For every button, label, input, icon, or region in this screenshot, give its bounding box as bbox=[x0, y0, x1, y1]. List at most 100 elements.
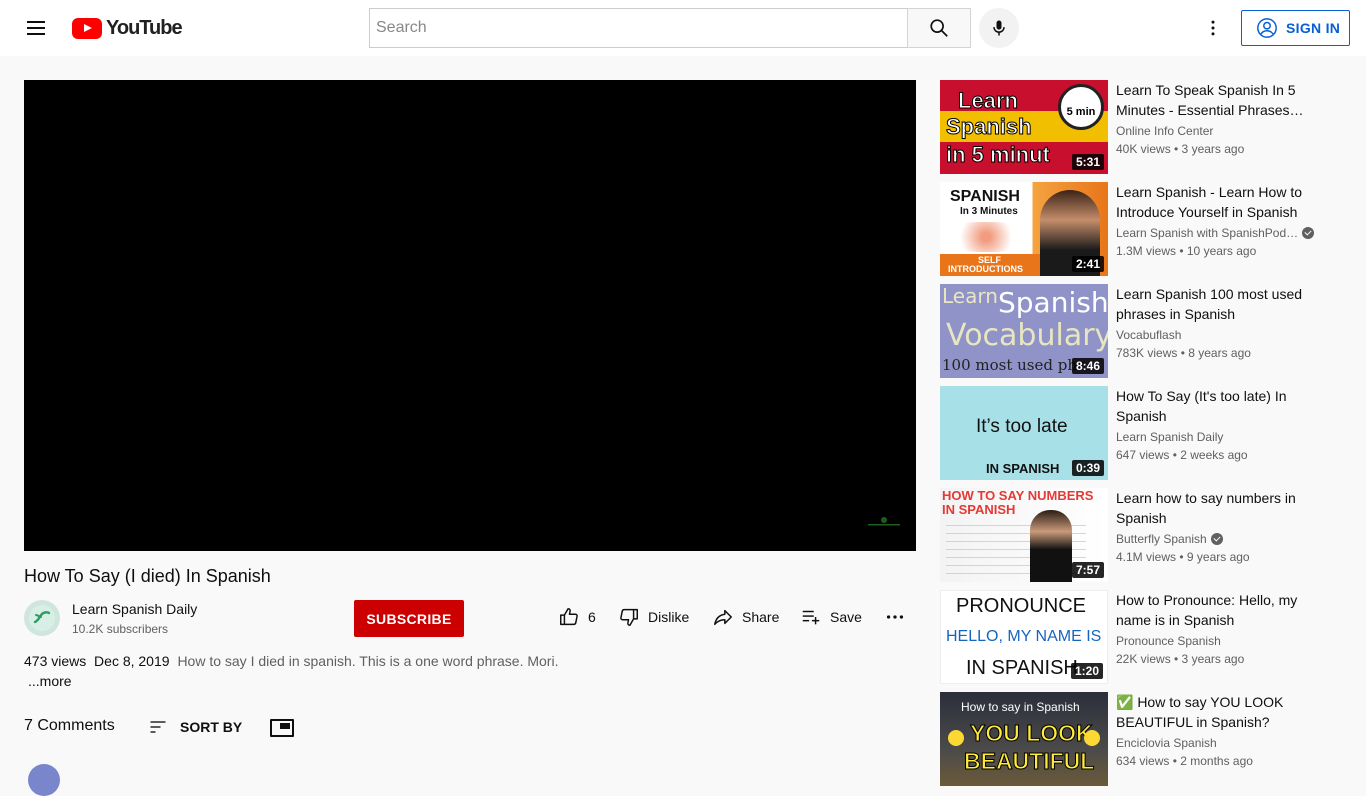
sort-by-label: SORT BY bbox=[180, 719, 243, 735]
recommendation-title[interactable]: Learn how to say numbers in Spanish bbox=[1116, 488, 1316, 528]
channel-name-text: Learn Spanish Daily bbox=[1116, 430, 1224, 444]
save-label: Save bbox=[830, 609, 862, 625]
channel-name[interactable]: Learn Spanish Daily bbox=[72, 601, 197, 617]
recommendation-title[interactable]: Learn Spanish - Learn How to Introduce Y… bbox=[1116, 182, 1316, 222]
sort-by-button[interactable]: SORT BY bbox=[148, 717, 242, 737]
settings-menu-button[interactable] bbox=[1193, 8, 1233, 48]
sign-in-button[interactable]: SIGN IN bbox=[1241, 10, 1350, 46]
recommendation-item[interactable]: SPANISH In 3 Minutes SELF INTRODUCTIONS … bbox=[940, 182, 1340, 276]
recommendation-item[interactable]: HOW TO SAY NUMBERS IN SPANISH 7:57 Learn… bbox=[940, 488, 1340, 582]
recommendation-stats: 1.3M views • 10 years ago bbox=[1116, 244, 1257, 258]
video-thumbnail[interactable]: Learn Spanish Vocabulary 100 most used p… bbox=[940, 284, 1108, 378]
playlist-add-icon bbox=[802, 610, 820, 625]
video-title: How To Say (I died) In Spanish bbox=[24, 566, 271, 586]
recommendation-channel: Online Info Center bbox=[1116, 124, 1213, 138]
youtube-play-icon bbox=[72, 17, 102, 39]
thumbnail-text: HELLO, MY NAME IS bbox=[946, 628, 1102, 645]
decorative-pattern bbox=[946, 222, 1026, 252]
channel-name-text: Vocabuflash bbox=[1116, 328, 1182, 342]
video-description: How to say I died in spanish. This is a … bbox=[177, 653, 559, 669]
thumbnail-text: It’s too late bbox=[976, 416, 1068, 437]
search-button[interactable] bbox=[907, 8, 971, 48]
search-box bbox=[369, 8, 908, 48]
more-actions-button[interactable] bbox=[884, 604, 906, 630]
video-thumbnail[interactable]: HOW TO SAY NUMBERS IN SPANISH 7:57 bbox=[940, 488, 1108, 582]
video-thumbnail[interactable]: Learn Spanish in 5 minut 5 min 5:31 bbox=[940, 80, 1108, 174]
commenter-avatar bbox=[28, 764, 60, 796]
thumbnail-text: PRONOUNCE bbox=[956, 595, 1087, 617]
channel-avatar[interactable] bbox=[24, 600, 60, 636]
thumbnail-text: in 5 minut bbox=[946, 142, 1051, 168]
channel-logo-icon bbox=[29, 605, 55, 631]
comments-count: 7 Comments bbox=[24, 717, 115, 734]
share-label: Share bbox=[742, 609, 780, 625]
recommendation-stats: 634 views • 2 months ago bbox=[1116, 754, 1253, 768]
thumbnail-text: SPANISH bbox=[950, 188, 1020, 205]
recommendation-title[interactable]: Learn To Speak Spanish In 5 Minutes - Es… bbox=[1116, 80, 1316, 120]
video-thumbnail[interactable]: It’s too late IN SPANISH 0:39 bbox=[940, 386, 1108, 480]
save-button[interactable]: Save bbox=[800, 604, 862, 630]
thumbnail-text: Spanish bbox=[946, 114, 1033, 140]
recommendation-channel: Learn Spanish Daily bbox=[1116, 430, 1223, 444]
view-count: 473 views bbox=[24, 653, 87, 669]
channel-name-text: Learn Spanish with SpanishPod… bbox=[1116, 226, 1299, 240]
recommendation-item[interactable]: How to say in Spanish YOU LOOK BEAUTIFUL… bbox=[940, 692, 1340, 786]
thumbnail-text: Learn bbox=[942, 284, 998, 308]
recommendation-channel: Learn Spanish with SpanishPod… bbox=[1116, 226, 1315, 240]
recommendation-stats: 22K views • 3 years ago bbox=[1116, 652, 1245, 666]
youtube-logo[interactable]: YouTube bbox=[72, 16, 183, 39]
channel-watermark-icon bbox=[868, 517, 900, 526]
thumbnail-text: Learn bbox=[958, 88, 1019, 114]
miniplayer-icon[interactable] bbox=[270, 719, 294, 737]
upload-date: Dec 8, 2019 bbox=[94, 653, 170, 669]
recommendation-title[interactable]: Learn Spanish 100 most used phrases in S… bbox=[1116, 284, 1316, 324]
recommendation-stats: 4.1M views • 9 years ago bbox=[1116, 550, 1250, 564]
like-button[interactable]: 6 bbox=[558, 604, 596, 630]
video-thumbnail[interactable]: How to say in Spanish YOU LOOK BEAUTIFUL bbox=[940, 692, 1108, 786]
subscriber-count: 10.2K subscribers bbox=[72, 622, 169, 636]
account-icon bbox=[1257, 18, 1277, 38]
more-vertical-icon bbox=[1211, 20, 1215, 36]
thumbnail-text: How to say in Spanish bbox=[961, 700, 1080, 714]
thumbnail-text: IN SPANISH bbox=[966, 657, 1078, 679]
video-thumbnail[interactable]: PRONOUNCE HELLO, MY NAME IS IN SPANISH 1… bbox=[940, 590, 1108, 684]
thumbs-down-icon bbox=[620, 608, 638, 626]
thumbnail-text: INTRODUCTIONS bbox=[948, 264, 1023, 274]
recommendation-title[interactable]: How to Pronounce: Hello, my name is in S… bbox=[1116, 590, 1316, 630]
recommendation-title[interactable]: How To Say (It's too late) In Spanish bbox=[1116, 386, 1316, 426]
thumbnail-text: 100 most used phr bbox=[942, 356, 1085, 374]
logo-text: YouTube bbox=[106, 16, 183, 39]
emoji-icon bbox=[1084, 730, 1100, 746]
channel-name-text: Enciclovia Spanish bbox=[1116, 736, 1217, 750]
channel-name-text: Pronounce Spanish bbox=[1116, 634, 1221, 648]
channel-name-text: Butterfly Spanish bbox=[1116, 532, 1207, 546]
video-player[interactable] bbox=[24, 80, 916, 551]
recommendation-stats: 783K views • 8 years ago bbox=[1116, 346, 1251, 360]
verified-badge-icon bbox=[1210, 533, 1223, 545]
voice-search-button[interactable] bbox=[979, 8, 1019, 48]
thumbnail-text: BEAUTIFUL bbox=[963, 748, 1095, 775]
recommendation-channel: Vocabuflash bbox=[1116, 328, 1181, 342]
video-duration: 0:39 bbox=[1071, 460, 1104, 476]
video-duration: 5:31 bbox=[1071, 154, 1104, 170]
recommendation-item[interactable]: It’s too late IN SPANISH 0:39 How To Say… bbox=[940, 386, 1340, 480]
recommendation-title[interactable]: ✅ How to say YOU LOOK BEAUTIFUL in Spani… bbox=[1116, 692, 1316, 732]
timer-icon: 5 min bbox=[1058, 84, 1104, 130]
share-button[interactable]: Share bbox=[712, 604, 779, 630]
thumbnail-text: IN SPANISH bbox=[986, 461, 1060, 476]
show-more-link[interactable]: ...more bbox=[28, 673, 72, 689]
search-input[interactable] bbox=[370, 9, 907, 47]
menu-icon[interactable] bbox=[16, 8, 56, 48]
recommendation-item[interactable]: Learn Spanish in 5 minut 5 min 5:31 Lear… bbox=[940, 80, 1340, 174]
thumbnail-text: HOW TO SAY NUMBERS bbox=[942, 488, 1094, 503]
top-bar: YouTube SIGN IN bbox=[0, 0, 1366, 56]
recommendation-item[interactable]: Learn Spanish Vocabulary 100 most used p… bbox=[940, 284, 1340, 378]
recommendation-item[interactable]: PRONOUNCE HELLO, MY NAME IS IN SPANISH 1… bbox=[940, 590, 1340, 684]
share-icon bbox=[714, 609, 732, 626]
subscribe-button[interactable]: SUBSCRIBE bbox=[354, 600, 464, 637]
dislike-button[interactable]: Dislike bbox=[618, 604, 689, 630]
thumbnail-text: YOU LOOK bbox=[970, 720, 1094, 747]
emoji-icon bbox=[948, 730, 964, 746]
video-thumbnail[interactable]: SPANISH In 3 Minutes SELF INTRODUCTIONS … bbox=[940, 182, 1108, 276]
thumbs-up-icon bbox=[560, 608, 578, 626]
